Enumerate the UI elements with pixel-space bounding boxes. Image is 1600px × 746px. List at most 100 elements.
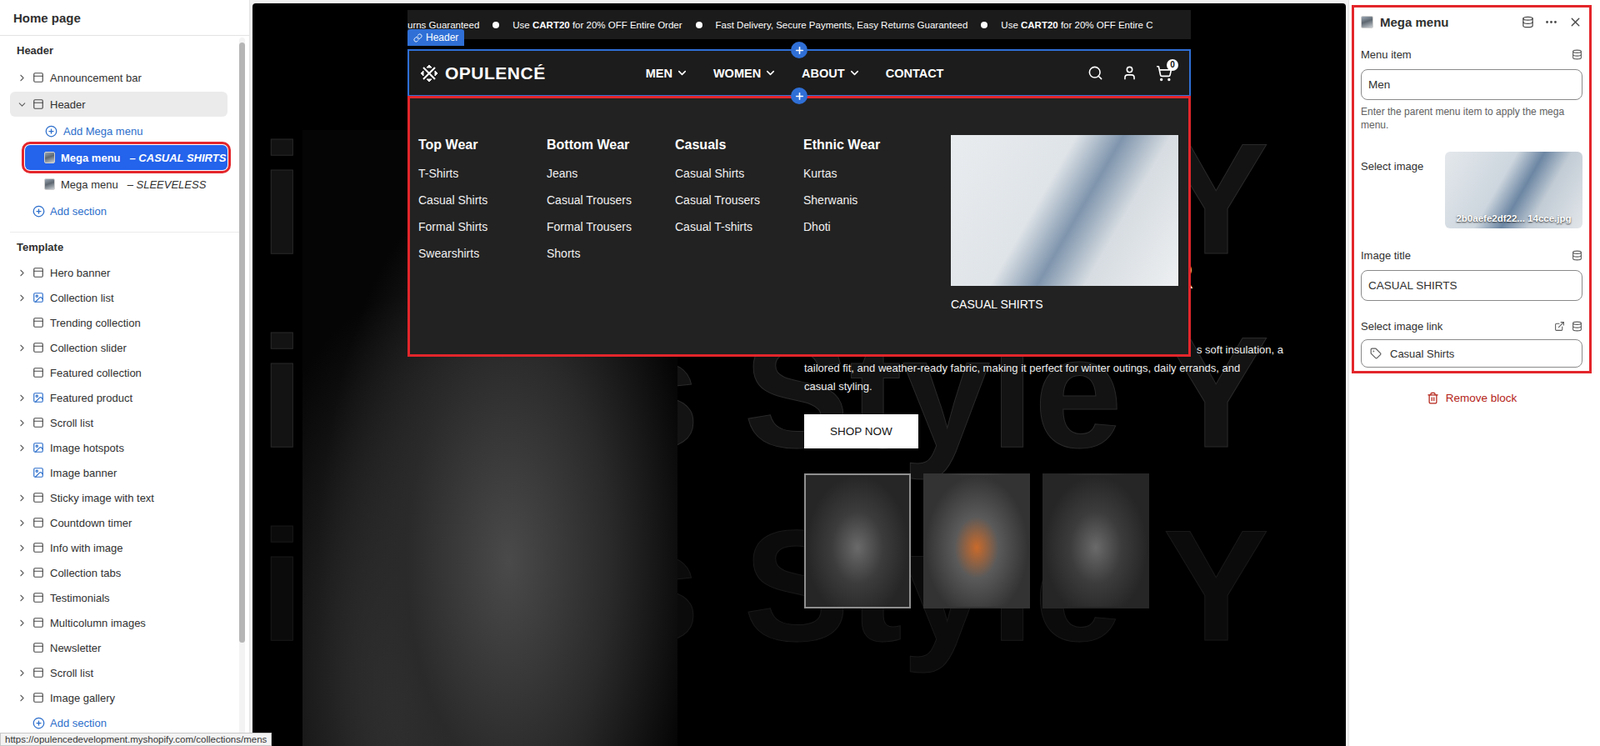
menu-column-title[interactable]: Casuals — [675, 136, 804, 154]
expand-toggle[interactable] — [15, 440, 29, 455]
external-link-icon[interactable] — [1554, 320, 1565, 332]
close-icon[interactable] — [1568, 15, 1583, 30]
expand-toggle[interactable] — [15, 615, 29, 630]
expand-toggle[interactable] — [15, 565, 29, 580]
store-logo[interactable]: OPULENCÉ — [419, 63, 546, 84]
expand-toggle[interactable] — [15, 265, 29, 280]
image-picker[interactable]: 2b0aefe2df22... 14cce.jpg — [1445, 151, 1583, 229]
section-item[interactable]: Featured collection — [10, 360, 228, 385]
menu-link[interactable]: Sherwanis — [803, 191, 932, 209]
nav-item[interactable]: WOMEN — [713, 66, 777, 80]
menu-feature[interactable]: CASUAL SHIRTS — [950, 135, 1179, 355]
section-item[interactable]: Collection tabs — [10, 560, 228, 585]
add-button[interactable]: Add section — [10, 198, 228, 224]
section-item[interactable]: Hero banner — [10, 260, 228, 285]
announcement-item: Use CART20 for 20% OFF Entire C — [980, 20, 1153, 30]
expand-toggle[interactable] — [15, 290, 29, 305]
scrollbar[interactable] — [239, 37, 245, 741]
expand-toggle[interactable] — [15, 390, 29, 405]
add-button[interactable]: Add Mega menu — [25, 118, 228, 144]
block-item[interactable]: Mega menu– SLEEVELESS — [25, 171, 228, 197]
section-icon — [32, 341, 45, 354]
expand-toggle[interactable] — [15, 415, 29, 430]
expand-toggle[interactable] — [15, 490, 29, 505]
dynamic-source-icon[interactable] — [1571, 49, 1583, 60]
section-item[interactable]: Announcement bar — [10, 65, 228, 90]
menu-link[interactable]: Swearshirts — [418, 245, 547, 262]
nav-item[interactable]: CONTACT — [885, 66, 945, 80]
section-item[interactable]: Multicolumn images — [10, 610, 228, 635]
menu-link[interactable]: Casual Trousers — [675, 191, 804, 209]
cart-button[interactable]: 0 — [1155, 65, 1173, 82]
item-label: Featured collection — [50, 366, 142, 380]
menu-column-title[interactable]: Top Wear — [418, 136, 547, 154]
nav-item[interactable]: ABOUT — [801, 66, 861, 80]
expand-toggle[interactable] — [15, 690, 29, 705]
menu-link[interactable]: Casual Trousers — [546, 191, 675, 209]
menu-link[interactable]: Formal Shirts — [418, 218, 547, 235]
expand-toggle[interactable] — [15, 540, 29, 555]
menu-link[interactable]: Kurtas — [803, 165, 932, 182]
group-label: Header — [10, 40, 240, 61]
section-item[interactable]: Featured product — [10, 385, 228, 410]
dynamic-source-icon[interactable] — [1571, 320, 1583, 332]
text-input[interactable]: Men — [1360, 69, 1583, 100]
section-item[interactable]: Collection slider — [10, 335, 228, 360]
expand-toggle[interactable] — [15, 590, 29, 605]
menu-link[interactable]: Shorts — [546, 245, 675, 262]
menu-link[interactable]: Casual T-shirts — [675, 218, 804, 235]
scrollbar-thumb[interactable] — [239, 42, 245, 643]
more-icon[interactable] — [1544, 15, 1559, 30]
section-item[interactable]: Image gallery — [10, 685, 228, 710]
dynamic-source-icon[interactable] — [1571, 250, 1583, 261]
expand-toggle[interactable] — [15, 515, 29, 530]
section-icon — [32, 98, 45, 110]
menu-link[interactable]: Formal Trousers — [546, 218, 675, 235]
chevron-right-icon — [16, 442, 28, 454]
image-section-icon — [32, 466, 45, 479]
expand-toggle[interactable] — [15, 70, 29, 85]
section-item[interactable]: Testimonials — [10, 585, 228, 610]
expand-toggle[interactable] — [15, 340, 29, 355]
section-tag[interactable]: Header — [407, 29, 465, 46]
expand-toggle[interactable] — [15, 665, 29, 680]
add-section-bottom[interactable] — [790, 87, 808, 105]
account-icon[interactable] — [1121, 65, 1138, 81]
nav-item[interactable]: MEN — [645, 66, 689, 80]
section-item[interactable]: Newsletter — [10, 635, 228, 660]
menu-link[interactable]: Casual Shirts — [675, 165, 804, 182]
section-item[interactable]: Collection list — [10, 285, 228, 310]
menu-link[interactable]: Casual Shirts — [418, 191, 547, 209]
section-item[interactable]: Header — [10, 91, 228, 117]
menu-link[interactable]: Dhoti — [803, 218, 932, 235]
search-icon[interactable] — [1087, 65, 1104, 81]
menu-link[interactable]: Jeans — [546, 165, 675, 182]
text-input[interactable]: CASUAL SHIRTS — [1360, 270, 1583, 301]
section-item[interactable]: Image hotspots — [10, 435, 228, 460]
section-item[interactable]: Image banner — [10, 460, 228, 485]
remove-block-button[interactable]: Remove block — [1418, 386, 1526, 410]
hero-thumbnail[interactable] — [1042, 473, 1150, 609]
shop-now-button[interactable]: SHOP NOW — [804, 414, 919, 449]
announcement-item: urns Guaranteed — [407, 20, 480, 30]
hero-thumbnail[interactable] — [804, 473, 911, 609]
section-item[interactable]: Scroll list — [10, 660, 228, 685]
section-item[interactable]: Info with image — [10, 535, 228, 560]
menu-link[interactable]: T-Shirts — [418, 165, 547, 182]
expand-toggle[interactable] — [15, 97, 29, 111]
block-item[interactable]: Mega menu– CASUAL SHIRTS — [25, 145, 228, 170]
chevron-right-icon — [16, 492, 28, 504]
add-section-top[interactable] — [790, 41, 808, 59]
menu-column-title[interactable]: Ethnic Wear — [803, 136, 932, 154]
add-button[interactable]: Add section — [10, 710, 228, 735]
section-item[interactable]: Countdown timer — [10, 510, 228, 535]
menu-column-title[interactable]: Bottom Wear — [546, 136, 675, 154]
dynamic-source-icon[interactable] — [1521, 15, 1535, 29]
cart-count: 0 — [1166, 59, 1179, 71]
section-item[interactable]: Trending collection — [10, 310, 228, 335]
link-input[interactable]: Casual Shirts — [1360, 339, 1583, 368]
section-item[interactable]: Sticky image with text — [10, 485, 228, 510]
store-header[interactable]: HeaderOPULENCÉMENWOMENABOUTCONTACT0Top W… — [407, 49, 1191, 97]
section-item[interactable]: Scroll list — [10, 410, 228, 435]
hero-thumbnail[interactable] — [923, 473, 1030, 609]
